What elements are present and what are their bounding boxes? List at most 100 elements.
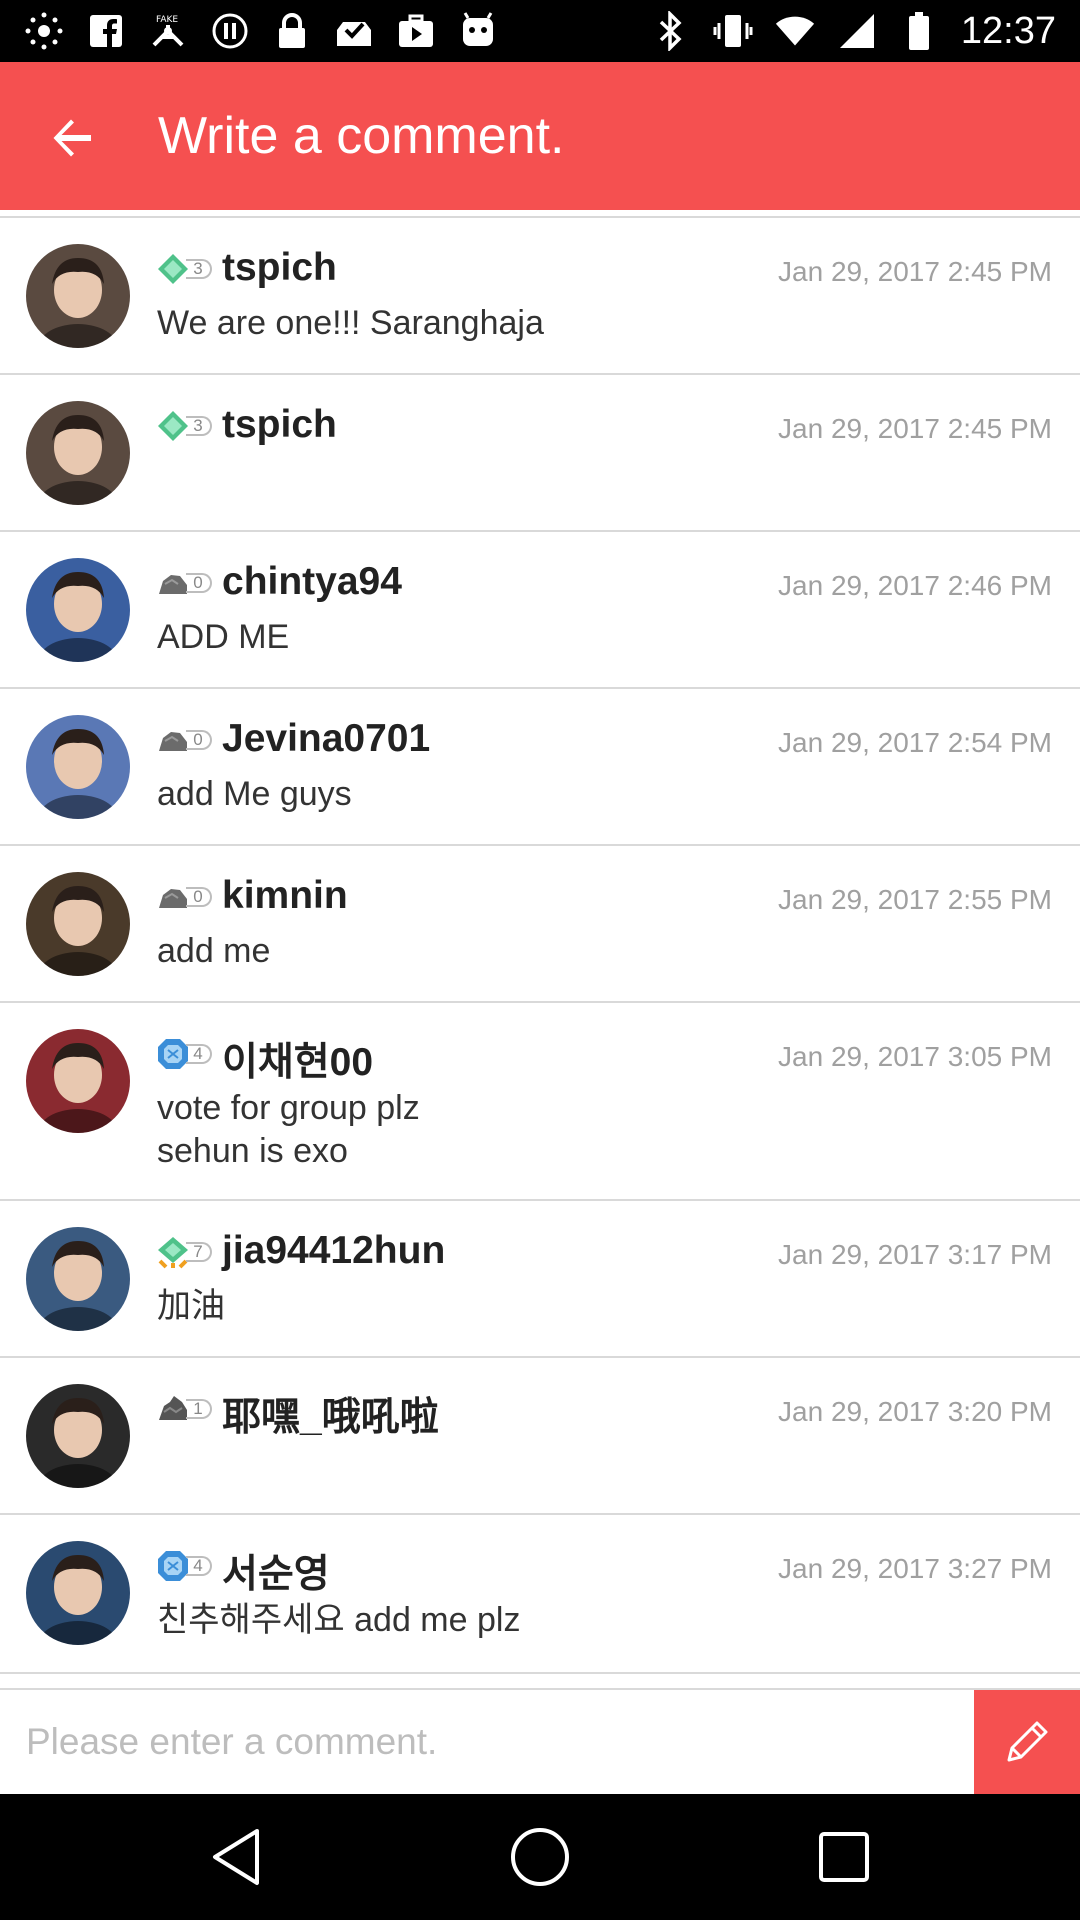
circle-pause-icon <box>210 11 250 51</box>
comment-input[interactable] <box>0 1690 975 1794</box>
bluetooth-icon <box>651 11 691 51</box>
app-bar: Write a comment. <box>0 62 1080 210</box>
comment-item[interactable]: 1 耶嘿_哦吼啦 Jan 29, 2017 3:20 PM <box>0 1358 1080 1515</box>
user-level-badge: 1 <box>156 1392 212 1426</box>
wifi-icon <box>775 11 815 51</box>
username[interactable]: 耶嘿_哦吼啦 <box>222 1386 439 1442</box>
fake-gps-icon: FAKE <box>148 11 188 51</box>
green-gem-icon <box>158 411 188 441</box>
nav-back-button[interactable] <box>196 1817 276 1897</box>
battery-icon <box>899 11 939 51</box>
level-number: 4 <box>186 1044 212 1064</box>
level-number: 4 <box>186 1556 212 1576</box>
comment-item[interactable]: 0 chintya94 Jan 29, 2017 2:46 PM ADD ME <box>0 532 1080 689</box>
android-head-icon <box>458 11 498 51</box>
nav-recents-button[interactable] <box>804 1817 884 1897</box>
pencil-icon <box>1007 1721 1048 1762</box>
comment-text: 친추해주세요 add me plz <box>157 1601 521 1639</box>
write-comment-button[interactable] <box>974 1690 1080 1794</box>
user-level-badge: 7 <box>156 1235 212 1269</box>
notification-icons: FAKE <box>24 10 498 52</box>
spinner-icon <box>24 11 64 51</box>
comment-timestamp: Jan 29, 2017 3:17 PM <box>778 1239 1052 1270</box>
level-number: 0 <box>186 887 212 907</box>
user-level-badge: 3 <box>156 252 212 286</box>
back-triangle-icon <box>213 1829 259 1885</box>
nav-home-button[interactable] <box>500 1817 580 1897</box>
rock-icon <box>159 732 187 751</box>
username[interactable]: chintya94 <box>222 560 402 604</box>
comment-text: We are one!!! Saranghaja <box>157 304 544 342</box>
home-circle-icon <box>511 1828 569 1886</box>
recents-square-icon <box>819 1832 869 1882</box>
user-level-badge: 3 <box>156 409 212 443</box>
level-number: 1 <box>186 1399 212 1419</box>
avatar[interactable] <box>26 1541 130 1645</box>
signal-icon <box>837 11 877 51</box>
system-status-icons: 12:37 <box>651 8 1056 54</box>
user-level-badge: 4 <box>156 1037 212 1071</box>
comment-text: add me <box>157 932 271 970</box>
username[interactable]: jia94412hun <box>222 1229 445 1273</box>
username[interactable]: 이채현00 <box>222 1031 373 1087</box>
navigation-bar <box>0 1794 1080 1920</box>
level-number: 3 <box>186 259 212 279</box>
comment-item[interactable]: 0 Jevina0701 Jan 29, 2017 2:54 PM add Me gu… <box>0 689 1080 846</box>
level-number: 3 <box>186 416 212 436</box>
status-bar: FAKE 12:37 <box>0 0 1080 62</box>
comment-text: 加油 <box>157 1287 225 1325</box>
vibrate-icon <box>713 11 753 51</box>
comment-item[interactable]: 3 tspich Jan 29, 2017 2:45 PM We are one!!!… <box>0 218 1080 375</box>
username[interactable]: kimnin <box>222 874 348 918</box>
rock-icon <box>159 889 187 908</box>
comment-timestamp: Jan 29, 2017 3:05 PM <box>778 1041 1052 1072</box>
user-level-badge: 4 <box>156 1549 212 1583</box>
avatar[interactable] <box>26 715 130 819</box>
username[interactable]: tspich <box>222 403 337 447</box>
rock-icon <box>159 575 187 594</box>
comment-item[interactable]: 3 tspich Jan 29, 2017 2:45 PM <box>0 375 1080 532</box>
comment-timestamp: Jan 29, 2017 2:46 PM <box>778 570 1052 601</box>
username[interactable]: Jevina0701 <box>222 717 430 761</box>
blue-gem-icon <box>158 1039 188 1069</box>
level-number: 0 <box>186 573 212 593</box>
green-gem-icon <box>158 254 188 284</box>
comment-item[interactable]: 4 서순영 Jan 29, 2017 3:27 PM 친추해주세요 add me pl… <box>0 1515 1080 1674</box>
comment-timestamp: Jan 29, 2017 3:20 PM <box>778 1396 1052 1427</box>
avatar[interactable] <box>26 1227 130 1331</box>
avatar[interactable] <box>26 872 130 976</box>
avatar[interactable] <box>26 244 130 348</box>
play-store-icon <box>396 11 436 51</box>
avatar[interactable] <box>26 558 130 662</box>
comment-timestamp: Jan 29, 2017 2:45 PM <box>778 413 1052 444</box>
user-level-badge: 0 <box>156 723 212 757</box>
user-level-badge: 0 <box>156 880 212 914</box>
comment-item[interactable]: 7 jia94412hun Jan 29, 2017 3:17 PM 加油 <box>0 1201 1080 1358</box>
comment-timestamp: Jan 29, 2017 2:54 PM <box>778 727 1052 758</box>
page-title: Write a comment. <box>158 107 565 165</box>
inbox-check-icon <box>334 11 374 51</box>
comment-text: add Me guys <box>157 775 352 813</box>
comment-item[interactable]: 0 kimnin Jan 29, 2017 2:55 PM add me <box>0 846 1080 1003</box>
comment-timestamp: Jan 29, 2017 2:55 PM <box>778 884 1052 915</box>
back-button[interactable] <box>36 102 108 174</box>
facebook-icon <box>86 11 126 51</box>
status-time: 12:37 <box>960 9 1056 52</box>
comment-list[interactable]: 3 tspich Jan 29, 2017 2:45 PM We are one!!!… <box>0 210 1080 1688</box>
avatar[interactable] <box>26 401 130 505</box>
rock-dark-icon <box>159 1396 187 1420</box>
username[interactable]: tspich <box>222 246 337 290</box>
comment-input-bar <box>0 1688 1080 1794</box>
avatar[interactable] <box>26 1029 130 1133</box>
level-number: 7 <box>186 1242 212 1262</box>
comment-text: ADD ME <box>157 618 290 656</box>
username[interactable]: 서순영 <box>222 1543 330 1599</box>
comment-item[interactable]: 4 이채현00 Jan 29, 2017 3:05 PM vote for group… <box>0 1003 1080 1201</box>
comment-timestamp: Jan 29, 2017 2:45 PM <box>778 256 1052 287</box>
list-divider <box>0 210 1080 218</box>
avatar[interactable] <box>26 1384 130 1488</box>
svg-text:FAKE: FAKE <box>156 15 178 25</box>
blue-gem-icon <box>158 1551 188 1581</box>
lock-icon <box>272 11 312 51</box>
comment-text: vote for group plz sehun is exo <box>157 1089 420 1170</box>
